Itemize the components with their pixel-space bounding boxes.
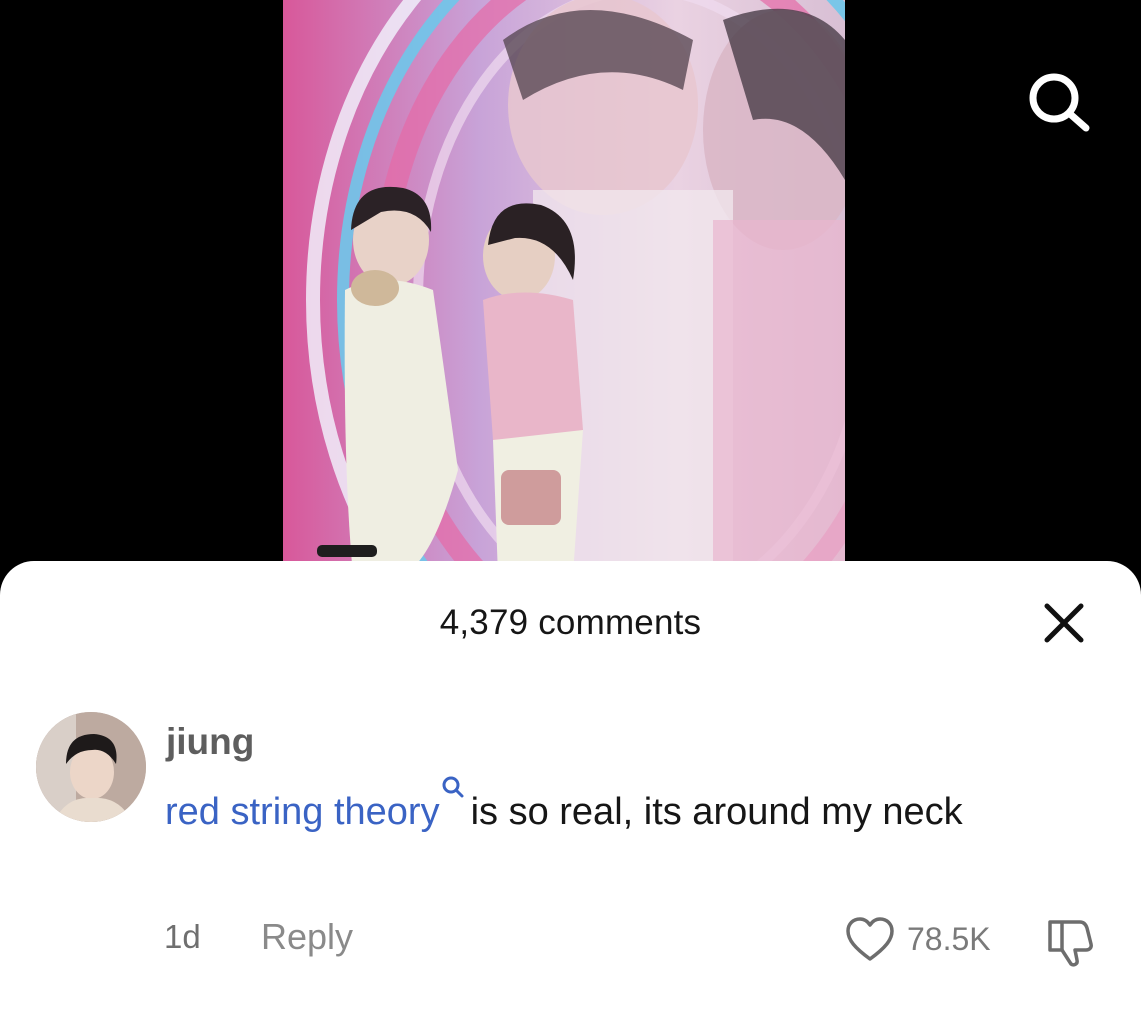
video-image (283, 0, 845, 575)
comment-username[interactable]: jiung (166, 721, 254, 763)
video-frame[interactable] (283, 0, 845, 575)
comment-body: red string theory is so real, its around … (165, 774, 1065, 841)
tiktok-comments-screen: 4,379 comments jiung red string theory is… (0, 0, 1141, 1009)
thumbs-down-icon (1048, 920, 1093, 967)
search-icon (442, 776, 464, 798)
search-tag-link[interactable]: red string theory (165, 791, 440, 833)
heart-icon (846, 917, 894, 961)
avatar[interactable] (36, 712, 146, 822)
close-icon (1044, 603, 1084, 643)
reply-button[interactable]: Reply (261, 916, 353, 958)
avatar-image (36, 712, 146, 822)
comment-text: is so real, its around my neck (470, 791, 963, 833)
comment-age: 1d (164, 918, 201, 955)
comments-count-title: 4,379 comments (439, 603, 702, 642)
search-button[interactable] (1024, 72, 1094, 134)
like-count: 78.5K (907, 921, 991, 957)
close-button[interactable] (1042, 601, 1086, 645)
search-icon (1029, 73, 1090, 132)
like-button[interactable] (845, 916, 895, 964)
comments-sheet: 4,379 comments jiung red string theory is… (0, 561, 1141, 1009)
dislike-button[interactable] (1044, 916, 1096, 968)
